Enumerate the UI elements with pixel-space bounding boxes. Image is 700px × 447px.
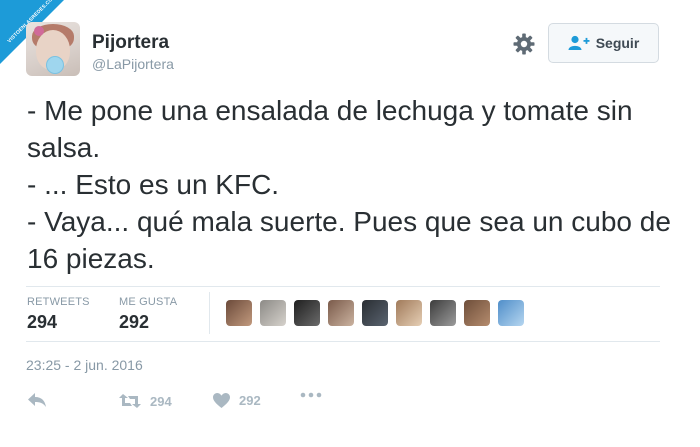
retweets-count[interactable]: 294 [27, 312, 57, 333]
retweet-button[interactable]: 294 [118, 392, 172, 410]
follow-button[interactable]: Seguir [548, 23, 659, 63]
reply-button[interactable] [27, 392, 47, 408]
tweet-text: - Me pone una ensalada de lechuga y toma… [27, 95, 671, 274]
likers-avatars [226, 300, 524, 326]
liker-avatar[interactable] [430, 300, 456, 326]
follow-label: Seguir [595, 35, 640, 51]
liker-avatar[interactable] [226, 300, 252, 326]
liker-avatar[interactable] [328, 300, 354, 326]
liker-avatar[interactable] [294, 300, 320, 326]
liker-avatar[interactable] [464, 300, 490, 326]
stats-separator [209, 292, 210, 334]
like-count: 292 [239, 393, 261, 408]
liker-avatar[interactable] [362, 300, 388, 326]
gear-icon[interactable] [512, 32, 536, 56]
liker-avatar[interactable] [396, 300, 422, 326]
user-handle[interactable]: @LaPijortera [92, 56, 174, 72]
like-button[interactable]: 292 [212, 392, 261, 409]
liker-avatar[interactable] [498, 300, 524, 326]
heart-icon [213, 392, 230, 409]
more-button[interactable] [300, 392, 322, 398]
likes-count[interactable]: 292 [119, 312, 149, 333]
reply-icon [28, 393, 46, 407]
liker-avatar[interactable] [260, 300, 286, 326]
divider-top [26, 286, 660, 287]
add-user-icon [568, 35, 590, 50]
retweet-icon [119, 394, 141, 408]
display-name[interactable]: Pijortera [92, 32, 169, 54]
divider-bottom [26, 341, 660, 342]
more-icon [300, 392, 322, 398]
retweets-label[interactable]: RETWEETS [27, 296, 90, 308]
tweet-timestamp[interactable]: 23:25 - 2 jun. 2016 [26, 357, 143, 373]
likes-label[interactable]: ME GUSTA [119, 296, 177, 308]
profile-avatar[interactable] [26, 22, 80, 76]
retweet-count: 294 [150, 393, 172, 409]
